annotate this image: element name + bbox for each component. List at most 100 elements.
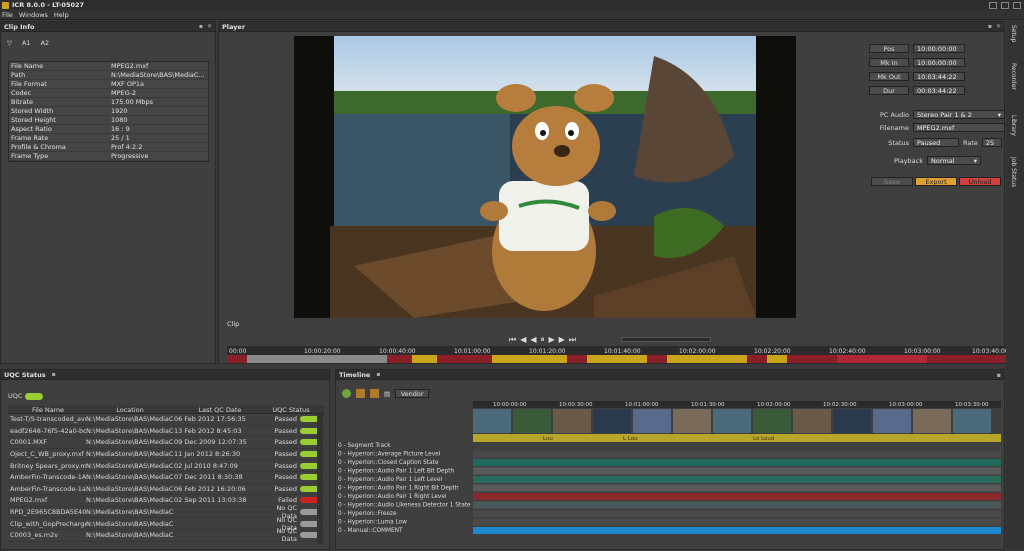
track-lane: [473, 493, 1001, 500]
ruler-label: 10:03:30:00: [955, 402, 989, 408]
property-value: Progressive: [111, 152, 149, 160]
col-last-qc-date[interactable]: Last QC Date: [174, 406, 266, 414]
property-row: File Format MXF OP1a: [9, 80, 208, 89]
table-row[interactable]: AmberFin-Transcode-1a-Y...N:\MediaStore\…: [8, 484, 324, 496]
filter-icon[interactable]: ▽: [7, 39, 12, 47]
status-cell: Passed: [274, 415, 297, 424]
thumbnail: [793, 409, 831, 433]
scrollbar[interactable]: [317, 414, 323, 544]
table-row[interactable]: C0003_es.m2v N:\MediaStore\BAS\MediaC... N…: [8, 527, 324, 543]
track-lane: [473, 510, 1001, 517]
pc-audio-select[interactable]: Stereo Pair 1 & 2 ▾: [913, 110, 1005, 119]
save-button[interactable]: Save: [871, 177, 913, 186]
ruler-label: 10:03:00:00: [904, 348, 941, 355]
pc-audio-label: PC Audio: [880, 110, 909, 119]
track-label: 0 - Hyperion::Average Picture Level: [338, 452, 441, 458]
table-row[interactable]: eadf2648-76f5-42a0-bc2a...N:\MediaStore\…: [8, 426, 324, 438]
clip-segment: [412, 355, 437, 363]
pin-icon[interactable]: ▪: [997, 371, 1001, 379]
location-cell: N:\MediaStore\BAS\MediaC...: [86, 426, 174, 435]
playback-value: Normal: [931, 156, 955, 165]
table-row[interactable]: Oject_C_WB_proxy.mxf N:\MediaStore\BAS\Me…: [8, 449, 324, 461]
pause-icon[interactable]: ⏸: [541, 335, 545, 345]
play-icon[interactable]: ▶: [549, 335, 555, 345]
property-value: MXF OP1a: [111, 80, 145, 88]
mark-out-button[interactable]: Mk Out: [869, 72, 909, 81]
property-row: Codec MPEG-2: [9, 89, 208, 98]
timeline-tracks[interactable]: 10:00:00:00 10:00:30:00 10:01:00:00 10:01:3…: [336, 401, 1006, 551]
property-key: Stored Height: [11, 116, 56, 124]
uqc-toggle[interactable]: [25, 392, 44, 400]
dur-button[interactable]: Dur: [869, 86, 909, 95]
thumbnail: [833, 409, 871, 433]
qc-date-cell: 13 Feb 2012 8:45:03: [174, 426, 242, 435]
go-end-icon[interactable]: ⏭: [569, 335, 576, 345]
property-value: 16 : 9: [111, 125, 130, 133]
play-reverse-icon[interactable]: ◀: [530, 335, 536, 345]
pin-icon[interactable]: ▪: [376, 371, 380, 378]
pin-icon[interactable]: ▪: [52, 371, 56, 378]
remove-track-icon[interactable]: [370, 389, 379, 398]
playback-select[interactable]: Normal ▾: [927, 156, 981, 165]
property-row: Profile & Chroma Prof 4:2:2: [9, 143, 208, 152]
player-title: Player: [222, 22, 246, 31]
ruler-label: 10:00:20:00: [304, 348, 341, 355]
pin-icon[interactable]: ▪: [199, 23, 203, 30]
table-row[interactable]: Britney Spears_proxy.mxf N:\MediaStore\BA…: [8, 460, 324, 472]
tab-a2[interactable]: A2: [41, 39, 50, 47]
table-row[interactable]: AmberFin-Transcode-1A-D...N:\MediaStore\…: [8, 472, 324, 484]
ruler-label: 10:00:30:00: [559, 402, 593, 408]
property-value: N:\MediaStore\BAS\MediaC...: [111, 71, 205, 79]
add-track-icon[interactable]: [356, 389, 365, 398]
location-cell: N:\MediaStore\BAS\MediaC...: [86, 531, 174, 540]
menu-windows[interactable]: Windows: [19, 11, 48, 19]
unload-button[interactable]: Unload: [959, 177, 1001, 186]
location-cell: N:\MediaStore\BAS\MediaC...: [86, 484, 174, 493]
rate-field[interactable]: 25: [981, 138, 1002, 147]
location-cell: N:\MediaStore\BAS\MediaC...: [86, 496, 174, 505]
refresh-icon[interactable]: [342, 389, 351, 398]
go-start-icon[interactable]: ⏮: [509, 335, 516, 345]
file-name-cell: MPEG2.mxf: [10, 496, 48, 505]
title-bar: ICR 8.0.0 - LT-05027: [0, 0, 1024, 10]
table-row[interactable]: Test-T/S-transcoded_avc...N:\MediaStore\…: [8, 414, 324, 426]
menu-help[interactable]: Help: [54, 11, 69, 19]
pin-icon[interactable]: ▪: [988, 23, 992, 30]
vendor-button[interactable]: Vendor: [395, 389, 430, 398]
ruler-label: 10:03:40:00: [972, 348, 1007, 355]
tab-recorder[interactable]: Recorder: [1010, 63, 1017, 90]
pos-button[interactable]: Pos: [869, 44, 909, 53]
thumbnail: [913, 409, 951, 433]
clip-segment: [247, 355, 387, 363]
maximize-button[interactable]: [1001, 1, 1009, 9]
clip-segment: [837, 355, 927, 363]
close-window-button[interactable]: [1013, 1, 1021, 9]
tab-a1[interactable]: A1: [22, 39, 31, 47]
table-row[interactable]: C0001.MXF N:\MediaStore\BAS\MediaC... 09 D…: [8, 437, 324, 449]
close-panel-icon[interactable]: ✕: [207, 23, 212, 30]
tab-job-status[interactable]: Job Status: [1010, 157, 1017, 187]
qc-date-cell: 06 Feb 2012 16:20:06: [174, 484, 246, 493]
step-back-icon[interactable]: ◀: [520, 335, 526, 345]
ruler-label: 10:02:00:00: [757, 402, 791, 408]
minimize-button[interactable]: [989, 1, 997, 9]
close-panel-icon[interactable]: ✕: [996, 23, 1001, 30]
export-button[interactable]: Export: [915, 177, 957, 186]
property-value: 25 / 1: [111, 134, 130, 142]
ruler-label: 10:00:40:00: [379, 348, 416, 355]
jog-slider[interactable]: [621, 337, 711, 342]
mark-in-button[interactable]: Mk In: [869, 58, 909, 67]
tab-setup[interactable]: Setup: [1010, 25, 1017, 42]
step-forward-icon[interactable]: ▶: [559, 335, 565, 345]
col-uqc-status[interactable]: UQC Status: [266, 406, 316, 414]
status-cell: Passed: [274, 450, 297, 459]
player-panel: Player ▪ ✕ Pos 10:00:00:00 Mk In 10:00:0…: [218, 21, 1009, 364]
video-frame[interactable]: [294, 36, 796, 318]
menu-file[interactable]: File: [2, 11, 13, 19]
qc-date-cell: 06 Feb 2012 17:56:35: [174, 415, 246, 424]
col-file-name[interactable]: File Name: [8, 406, 86, 414]
col-location[interactable]: Location: [86, 406, 174, 414]
tab-library[interactable]: Library: [1010, 115, 1017, 136]
location-cell: N:\MediaStore\BAS\MediaC...: [86, 473, 174, 482]
clip-timeline[interactable]: 00:00 10:00:20:00 10:00:40:00 10:01:00:00 10…: [227, 346, 1009, 364]
